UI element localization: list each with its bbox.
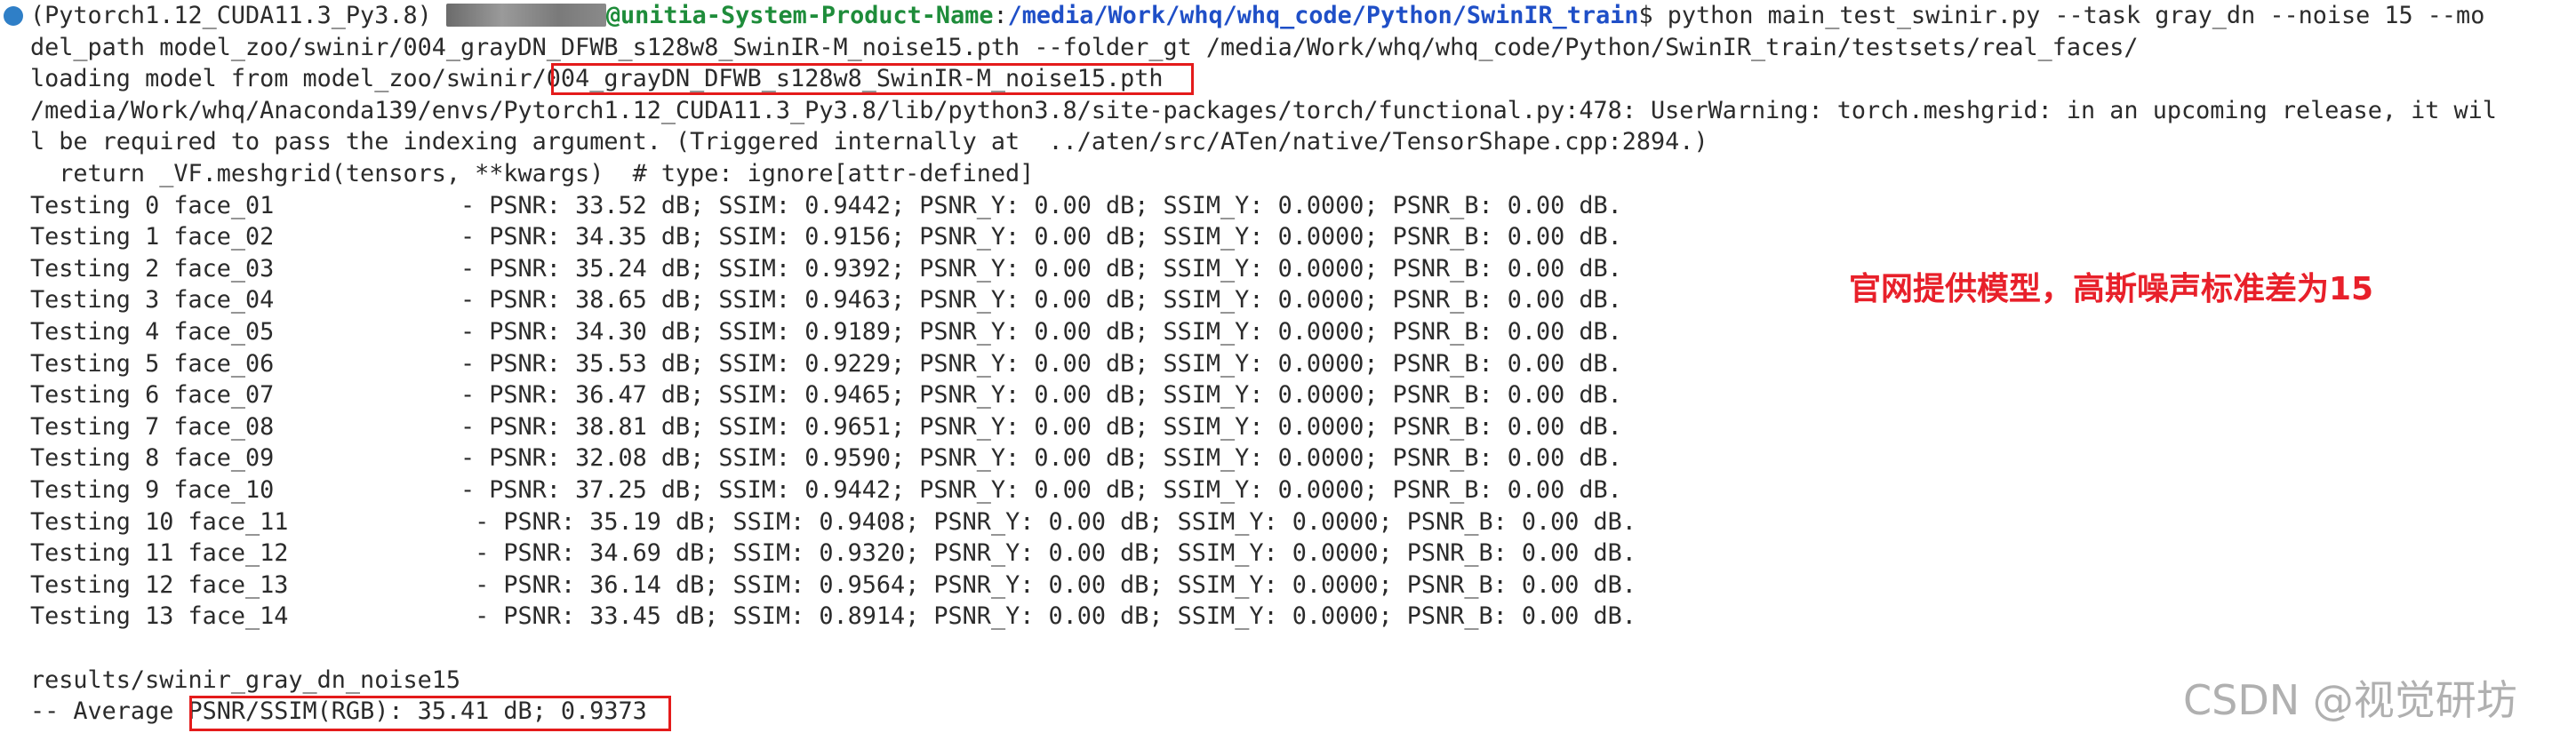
result-row: Testing 0 face_01 - PSNR: 33.52 dB; SSIM… (30, 190, 1622, 222)
prompt-path: /media/Work/whq/whq_code/Python/SwinIR_t… (1007, 2, 1639, 29)
warning-line: return _VF.meshgrid(tensors, **kwargs) #… (30, 160, 1035, 187)
results-directory: results/swinir_gray_dn_noise15 (30, 665, 460, 694)
result-label: Testing 5 face_06 (30, 349, 275, 378)
redacted-username (445, 4, 606, 27)
prompt-colon: : (993, 2, 1008, 29)
result-label: Testing 6 face_07 (30, 381, 275, 410)
result-label: Testing 3 face_04 (30, 286, 275, 315)
warning-line: /media/Work/whq/Anaconda139/envs/Pytorch… (30, 96, 2497, 124)
result-row: Testing 1 face_02 - PSNR: 34.35 dB; SSIM… (30, 221, 1622, 253)
result-metrics: - PSNR: 38.65 dB; SSIM: 0.9463; PSNR_Y: … (460, 286, 1622, 315)
result-row: Testing 4 face_05 - PSNR: 34.30 dB; SSIM… (30, 316, 1622, 348)
result-row: Testing 2 face_03 - PSNR: 35.24 dB; SSIM… (30, 253, 1622, 285)
loading-prefix: loading model from model_zoo/swinir/ (30, 65, 547, 93)
result-metrics: - PSNR: 36.47 dB; SSIM: 0.9465; PSNR_Y: … (460, 381, 1622, 410)
average-metrics: PSNR/SSIM(RGB): 35.41 dB; 0.9373 (188, 697, 647, 726)
command-continuation: del_path model_zoo/swinir/004_grayDN_DFW… (30, 33, 2139, 61)
result-label: Testing 4 face_05 (30, 318, 275, 346)
result-row: Testing 7 face_08 - PSNR: 38.81 dB; SSIM… (30, 411, 1622, 443)
result-metrics: - PSNR: 32.08 dB; SSIM: 0.9590; PSNR_Y: … (460, 444, 1622, 473)
result-label: Testing 10 face_11 (30, 507, 289, 536)
result-label: Testing 8 face_09 (30, 444, 275, 473)
result-label: Testing 11 face_12 (30, 539, 289, 568)
result-row: Testing 13 face_14 - PSNR: 33.45 dB; SSI… (30, 601, 1636, 633)
result-row: Testing 10 face_11 - PSNR: 35.19 dB; SSI… (30, 506, 1636, 538)
loading-line: loading model from model_zoo/swinir/004_… (30, 63, 1164, 95)
terminal-window[interactable]: (Pytorch1.12_CUDA11.3_Py3.8) @unitia-Sys… (0, 0, 2576, 741)
result-row: Testing 6 face_07 - PSNR: 36.47 dB; SSIM… (30, 379, 1622, 411)
result-label: Testing 0 face_01 (30, 191, 275, 219)
result-label: Testing 1 face_02 (30, 223, 275, 251)
prompt-host: @unitia-System-Product-Name (605, 2, 994, 29)
result-row: Testing 9 face_10 - PSNR: 37.25 dB; SSIM… (30, 474, 1622, 506)
result-row: Testing 12 face_13 - PSNR: 36.14 dB; SSI… (30, 570, 1636, 602)
loading-model-file: 004_grayDN_DFWB_s128w8_SwinIR-M_noise15.… (546, 65, 1164, 93)
result-metrics: - PSNR: 38.81 dB; SSIM: 0.9651; PSNR_Y: … (460, 412, 1622, 441)
result-metrics: - PSNR: 35.19 dB; SSIM: 0.9408; PSNR_Y: … (460, 507, 1636, 536)
command-text: python main_test_swinir.py --task gray_d… (1652, 2, 2485, 29)
result-metrics: - PSNR: 35.24 dB; SSIM: 0.9392; PSNR_Y: … (460, 254, 1622, 283)
result-row: Testing 5 face_06 - PSNR: 35.53 dB; SSIM… (30, 348, 1622, 380)
prompt-env: (Pytorch1.12_CUDA11.3_Py3.8) (30, 2, 432, 29)
watermark-text: CSDN @视觉研坊 (2183, 676, 2517, 724)
prompt-dollar: $ (1638, 2, 1653, 29)
result-metrics: - PSNR: 33.45 dB; SSIM: 0.8914; PSNR_Y: … (460, 602, 1636, 631)
result-row: Testing 8 face_09 - PSNR: 32.08 dB; SSIM… (30, 442, 1622, 474)
result-label: Testing 13 face_14 (30, 602, 289, 631)
result-metrics: - PSNR: 37.25 dB; SSIM: 0.9442; PSNR_Y: … (460, 476, 1622, 504)
result-label: Testing 9 face_10 (30, 476, 275, 504)
result-metrics: - PSNR: 34.69 dB; SSIM: 0.9320; PSNR_Y: … (460, 539, 1636, 568)
annotation-text: 官网提供模型，高斯噪声标准差为15 (1849, 271, 2374, 307)
result-row: Testing 11 face_12 - PSNR: 34.69 dB; SSI… (30, 538, 1636, 570)
warning-line: l be required to pass the indexing argum… (30, 128, 1708, 156)
result-label: Testing 2 face_03 (30, 254, 275, 283)
result-metrics: - PSNR: 34.30 dB; SSIM: 0.9189; PSNR_Y: … (460, 318, 1622, 346)
average-line: -- Average PSNR/SSIM(RGB): 35.41 dB; 0.9… (30, 696, 647, 728)
result-metrics: - PSNR: 36.14 dB; SSIM: 0.9564; PSNR_Y: … (460, 570, 1636, 599)
result-metrics: - PSNR: 34.35 dB; SSIM: 0.9156; PSNR_Y: … (460, 223, 1622, 251)
status-dot-icon (4, 6, 23, 26)
result-row: Testing 3 face_04 - PSNR: 38.65 dB; SSIM… (30, 284, 1622, 316)
average-prefix: -- Average (30, 697, 188, 726)
result-label: Testing 7 face_08 (30, 412, 275, 441)
result-metrics: - PSNR: 33.52 dB; SSIM: 0.9442; PSNR_Y: … (460, 191, 1622, 219)
result-label: Testing 12 face_13 (30, 570, 289, 599)
terminal-prompt-line: (Pytorch1.12_CUDA11.3_Py3.8) @unitia-Sys… (30, 0, 2484, 32)
result-metrics: - PSNR: 35.53 dB; SSIM: 0.9229; PSNR_Y: … (460, 349, 1622, 378)
